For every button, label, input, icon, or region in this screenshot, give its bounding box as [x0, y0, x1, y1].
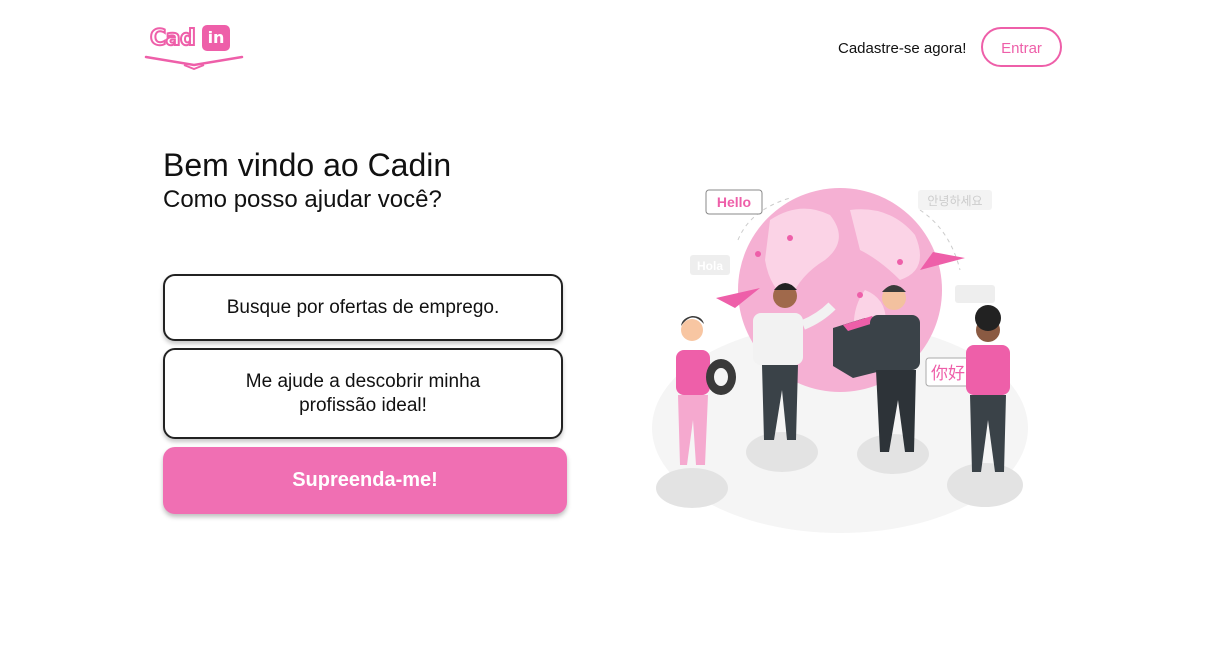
signup-link[interactable]: Cadastre-se agora! [838, 40, 966, 57]
global-team-illustration: Hello Hola 안녕하세요 你好 [652, 188, 1028, 533]
logo-text: Cad [149, 25, 197, 52]
career-discovery-label: Me ajude a descobrir minha profissão ide… [245, 370, 481, 416]
login-button[interactable]: Entrar [981, 27, 1062, 67]
job-offers-label: Busque por ofertas de emprego. [226, 296, 500, 318]
speech-bubble-blank [955, 285, 995, 303]
hola-text: Hola [697, 259, 723, 273]
chinese-bubble: 你好 [925, 357, 971, 387]
hola-bubble: Hola [690, 255, 730, 275]
surprise-button[interactable]: Supreenda-me! [163, 447, 567, 514]
logo-badge: in [202, 25, 230, 51]
hello-text: Hello [717, 194, 751, 210]
chinese-text: 你好 [931, 364, 965, 384]
korean-bubble: 안녕하세요 [918, 190, 992, 210]
hello-bubble: Hello [705, 189, 763, 215]
career-discovery-option[interactable]: Me ajude a descobrir minha profissão ide… [163, 348, 563, 439]
book-icon [144, 55, 244, 70]
korean-text: 안녕하세요 [927, 194, 982, 208]
page-subtitle: Como posso ajudar você? [163, 186, 442, 213]
job-offers-option[interactable]: Busque por ofertas de emprego. [163, 274, 563, 341]
logo[interactable]: Cad in [144, 22, 244, 72]
page-title: Bem vindo ao Cadin [163, 147, 452, 183]
